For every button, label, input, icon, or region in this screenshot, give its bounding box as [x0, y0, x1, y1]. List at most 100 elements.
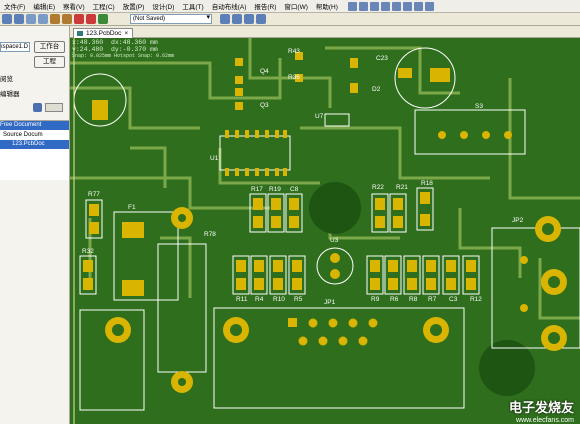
view-label: 阅览 [0, 76, 13, 83]
menu-item[interactable]: 报告(R) [250, 1, 280, 11]
zoom-icon[interactable] [38, 14, 48, 24]
ref-label: D2 [372, 86, 381, 93]
watermark: 电子发烧友 [508, 400, 574, 415]
tree-item-free-document[interactable]: Free Document [0, 121, 69, 130]
toolbar-icon[interactable] [413, 1, 423, 11]
toolbar-icon[interactable] [391, 1, 401, 11]
ref-label: JP1 [324, 299, 336, 306]
menu-item[interactable]: 察看(V) [59, 1, 89, 11]
tree-item-pcbdoc[interactable]: 123.PcbDoc [0, 140, 69, 149]
toolbar-icon[interactable] [424, 1, 434, 11]
menu-item[interactable]: 自动布线(A) [208, 1, 251, 11]
tree-item-source-documents[interactable]: Source Docum [0, 131, 69, 140]
readout-line: x:48.360 dx:48.360 mm [72, 39, 158, 46]
ref-label: R36 [288, 74, 300, 81]
toolbar-icon[interactable] [402, 1, 412, 11]
workspace-button[interactable]: 工作台 [34, 41, 65, 53]
mount-hole [548, 332, 560, 344]
pad [350, 58, 358, 68]
ref-label: R43 [288, 48, 300, 55]
options-dropdown[interactable] [45, 103, 63, 112]
ref-label: R18 [421, 180, 433, 187]
menu-item[interactable]: 窗口(W) [280, 1, 311, 11]
pcb-canvas[interactable]: R43 R36 Q4 Q3 C23 D2 U7 S3 U1 R17 R19 C8… [70, 38, 580, 424]
close-icon[interactable]: × [124, 30, 128, 37]
readout-line: Snap: 0.025mm Hotspot Snap: 0.62mm [72, 53, 175, 59]
pad [235, 76, 243, 84]
project-tree: Free Document Source Docum 123.PcbDoc [0, 120, 69, 180]
menu-item[interactable]: 工具(T) [178, 1, 207, 11]
redo-icon[interactable] [86, 14, 96, 24]
r78-hole [178, 214, 186, 222]
copper-traces [70, 38, 580, 320]
pcb-board[interactable]: R43 R36 Q4 Q3 C23 D2 U7 S3 U1 R17 R19 C8… [70, 38, 580, 424]
pad [122, 280, 144, 296]
arc-icon[interactable] [256, 14, 266, 24]
ref-label: R4 [255, 296, 264, 303]
ref-label: R19 [269, 186, 281, 193]
ref-label: R21 [396, 184, 408, 191]
ref-label: R78 [204, 231, 216, 238]
menu-item[interactable]: 编辑(E) [29, 1, 59, 11]
toolbar-icon[interactable] [347, 1, 357, 11]
pad [235, 102, 243, 110]
menu-bar: 文件(F) 编辑(E) 察看(V) 工程(C) 放置(P) 设计(D) 工具(T) 自动布线(… [0, 0, 580, 13]
coordinate-readout: x:48.360 dx:48.360 mm y:24.480 dy:-0.370 … [72, 39, 174, 60]
document-tabbar: 123.PcbDoc × [70, 26, 580, 38]
jp2-outline [491, 227, 580, 349]
pad [235, 88, 243, 96]
mount-hole [230, 324, 242, 336]
ref-label: R6 [390, 296, 399, 303]
ref-label: JP2 [512, 217, 524, 224]
mount-hole [542, 223, 554, 235]
undo-icon[interactable] [74, 14, 84, 24]
r78-outline [157, 243, 207, 373]
ref-label: R5 [294, 296, 303, 303]
chip-outline [219, 135, 291, 171]
watermark-url: www.elecfans.com [516, 417, 574, 424]
pad [520, 304, 528, 312]
resistor-pads-bottom [236, 260, 476, 290]
pad-icon[interactable] [244, 14, 254, 24]
save-icon[interactable] [14, 14, 24, 24]
menu-item[interactable]: 工程(C) [89, 1, 119, 11]
toolbar-icon[interactable] [358, 1, 368, 11]
pad [122, 222, 144, 238]
tab-pcbdoc[interactable]: 123.PcbDoc × [73, 28, 134, 38]
bottom-resistor-outlines [232, 255, 480, 295]
navigator-icon[interactable] [33, 103, 42, 112]
menu-item[interactable]: 设计(D) [148, 1, 178, 11]
cut-icon[interactable] [50, 14, 60, 24]
pcb-file-icon [77, 31, 83, 36]
toolbar-icon[interactable] [380, 1, 390, 11]
open-icon[interactable] [2, 14, 12, 24]
pad [83, 260, 93, 272]
toolbar-icon[interactable] [369, 1, 379, 11]
workspace-field[interactable]: kspace1.D [0, 42, 30, 52]
s3-pads [438, 131, 512, 139]
grid-icon[interactable] [98, 14, 108, 24]
editor-label: 编辑器 [0, 91, 20, 98]
copy-icon[interactable] [62, 14, 72, 24]
menu-item[interactable]: 文件(F) [0, 1, 29, 11]
ref-label: R32 [82, 248, 94, 255]
ground-area [309, 182, 361, 234]
ref-label: R7 [428, 296, 437, 303]
jp1-pins [288, 318, 378, 346]
mount-hole [430, 324, 442, 336]
mount-hole [548, 276, 560, 288]
ref-label: R17 [251, 186, 263, 193]
menu-item[interactable]: 放置(P) [119, 1, 149, 11]
status-select[interactable]: (Not Saved) [130, 14, 212, 24]
menu-item[interactable]: 帮助(H) [312, 1, 342, 11]
mount-hole [112, 324, 124, 336]
pad [235, 58, 243, 66]
via-icon[interactable] [232, 14, 242, 24]
pad [520, 256, 528, 264]
route-icon[interactable] [220, 14, 230, 24]
menu-icons [347, 1, 434, 11]
ref-label: R77 [88, 191, 100, 198]
print-icon[interactable] [26, 14, 36, 24]
project-button[interactable]: 工程 [34, 56, 65, 68]
pad [89, 204, 99, 216]
